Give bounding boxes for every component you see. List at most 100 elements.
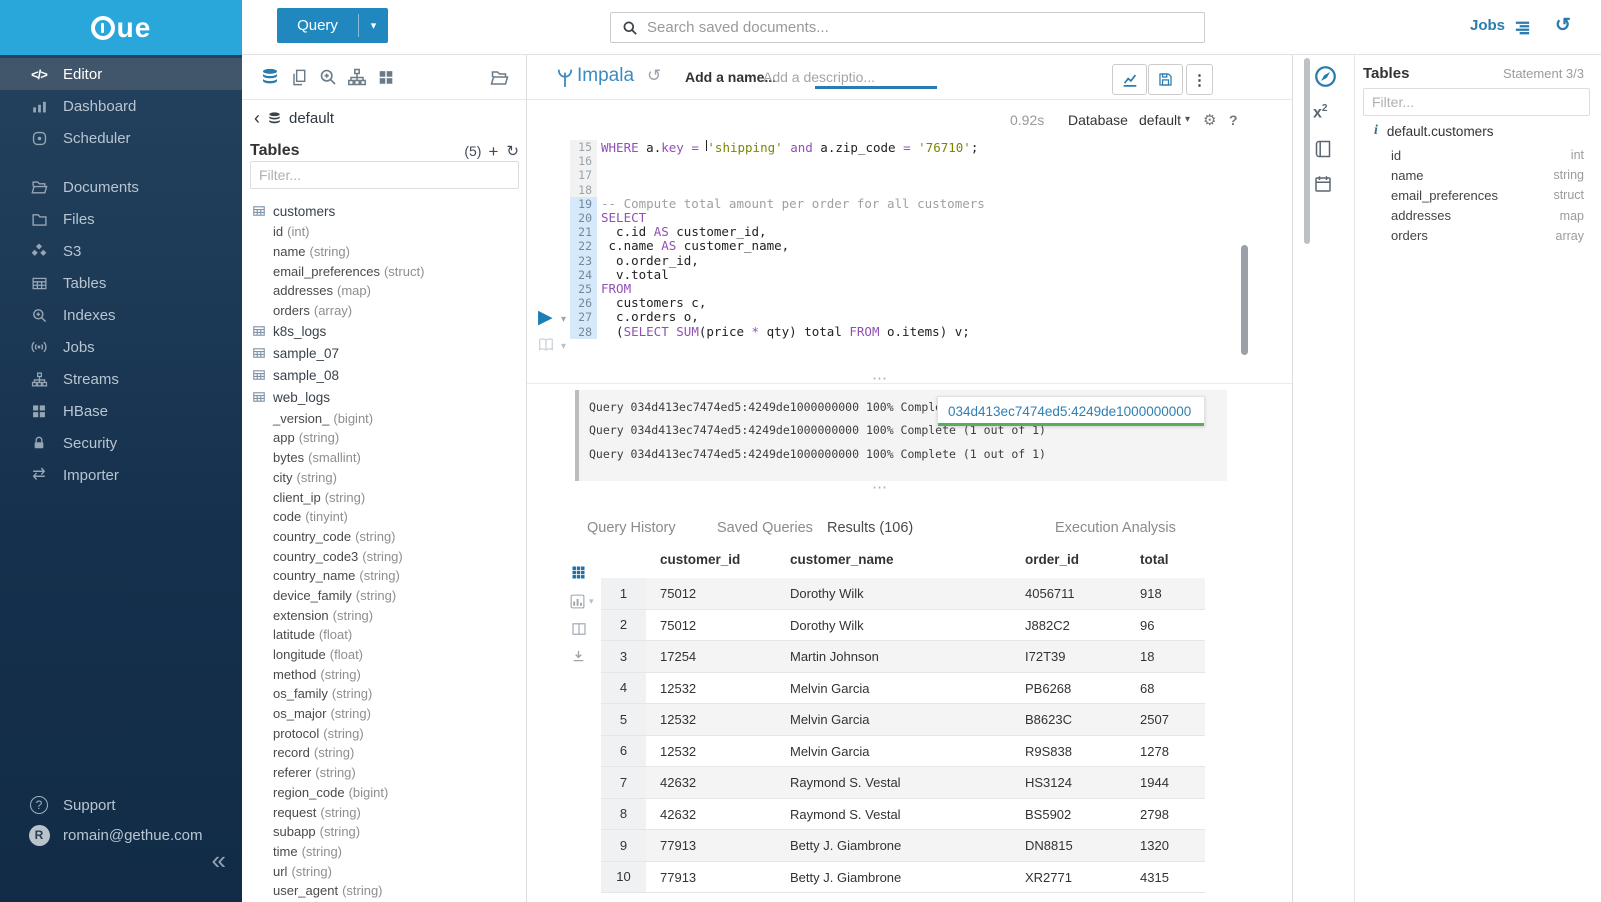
sidebar-item-s3[interactable]: S3: [0, 235, 242, 267]
refresh-icon[interactable]: ↻: [506, 144, 519, 159]
sidebar-item-files[interactable]: Files: [0, 203, 242, 235]
table-row[interactable]: 512532Melvin GarciaB8623C2507: [601, 704, 1205, 736]
run-query-button[interactable]: ▶: [538, 308, 553, 327]
zoom-in-icon[interactable]: [318, 67, 338, 87]
column-entry[interactable]: record(string): [242, 743, 527, 763]
column-entry[interactable]: url(string): [242, 861, 527, 881]
active-table-row[interactable]: i default.customers: [1374, 123, 1493, 139]
grid-view-icon[interactable]: [571, 565, 586, 580]
query-history-icon[interactable]: ↺: [1555, 14, 1571, 37]
query-dropdown-caret-icon[interactable]: ▾: [359, 8, 388, 43]
table-row[interactable]: 742632Raymond S. VestalHS31241944: [601, 767, 1205, 799]
code-line[interactable]: customers c,: [601, 296, 706, 310]
column-entry[interactable]: bytes(smallint): [242, 448, 527, 468]
sidebar-item-documents[interactable]: Documents: [0, 171, 242, 203]
code-line[interactable]: c.orders o,: [601, 310, 699, 324]
right-column-entry[interactable]: addressesmap: [1391, 206, 1584, 226]
current-database[interactable]: default: [289, 110, 334, 127]
column-entry[interactable]: referer(string): [242, 763, 527, 783]
column-entry[interactable]: time(string): [242, 842, 527, 862]
run-options-caret-icon[interactable]: ▾: [561, 314, 566, 325]
table-row[interactable]: 977913Betty J. GiambroneDN88151320: [601, 830, 1205, 862]
column-entry[interactable]: addresses(map): [242, 281, 527, 301]
search-input[interactable]: Search saved documents...: [610, 12, 1205, 43]
table-entry-customers[interactable]: customers: [242, 200, 527, 222]
column-entry[interactable]: orders(array): [242, 301, 527, 321]
table-row[interactable]: 1077913Betty J. GiambroneXR27714315: [601, 862, 1205, 894]
column-entry[interactable]: code(tinyint): [242, 507, 527, 527]
column-entry[interactable]: id(int): [242, 222, 527, 242]
query-id-tooltip[interactable]: 034d413ec7474ed5:4249de1000000000: [937, 396, 1205, 426]
chart-view-icon[interactable]: ▾: [569, 593, 594, 610]
column-entry[interactable]: device_family(string): [242, 586, 527, 606]
column-entry[interactable]: os_major(string): [242, 704, 527, 724]
code-line[interactable]: v.total: [601, 268, 669, 282]
table-row[interactable]: 612532Melvin GarciaR9S8381278: [601, 736, 1205, 768]
column-entry[interactable]: country_code3(string): [242, 546, 527, 566]
column-entry[interactable]: os_family(string): [242, 684, 527, 704]
result-column-header[interactable]: customer_name: [790, 552, 894, 567]
resize-handle-top-icon[interactable]: ⋯: [872, 369, 888, 387]
columns-view-icon[interactable]: [571, 621, 587, 637]
column-entry[interactable]: app(string): [242, 428, 527, 448]
column-entry[interactable]: subapp(string): [242, 822, 527, 842]
column-entry[interactable]: latitude(float): [242, 625, 527, 645]
jobs-link[interactable]: Jobs: [1470, 17, 1505, 34]
tab-query-history[interactable]: Query History: [587, 520, 676, 536]
back-chevron-icon[interactable]: ‹: [254, 109, 260, 127]
open-folder-icon[interactable]: [489, 67, 509, 87]
column-entry[interactable]: extension(string): [242, 605, 527, 625]
result-column-header[interactable]: order_id: [1025, 552, 1079, 567]
column-entry[interactable]: method(string): [242, 664, 527, 684]
format-query-icon[interactable]: [536, 336, 556, 354]
sidebar-item-hbase[interactable]: HBase: [0, 395, 242, 427]
settings-gear-icon[interactable]: ⚙: [1203, 111, 1216, 129]
column-entry[interactable]: region_code(bigint): [242, 783, 527, 803]
jobs-list-icon[interactable]: [1513, 18, 1532, 37]
save-button[interactable]: [1148, 64, 1183, 95]
result-column-header[interactable]: customer_id: [660, 552, 740, 567]
tab-saved-queries[interactable]: Saved Queries: [717, 520, 813, 536]
column-entry[interactable]: city(string): [242, 468, 527, 488]
sidebar-item-security[interactable]: Security: [0, 427, 242, 459]
column-entry[interactable]: country_name(string): [242, 566, 527, 586]
right-column-entry[interactable]: idint: [1391, 145, 1584, 165]
chart-type-caret-icon[interactable]: ▾: [589, 596, 594, 607]
tab-execution-analysis[interactable]: Execution Analysis: [1055, 520, 1176, 536]
language-reference-icon[interactable]: [1313, 139, 1333, 159]
editor-scrollbar[interactable]: [1241, 245, 1248, 355]
sidebar-item-importer[interactable]: ⇄Importer: [0, 459, 242, 491]
more-actions-button[interactable]: ⋮: [1186, 64, 1213, 95]
sidebar-item-scheduler[interactable]: Scheduler: [0, 122, 242, 154]
table-entry-web_logs[interactable]: web_logs: [242, 386, 527, 408]
column-entry[interactable]: email_preferences(struct): [242, 261, 527, 281]
right-column-entry[interactable]: namestring: [1391, 165, 1584, 185]
collapse-sidebar-icon[interactable]: «: [212, 845, 226, 876]
query-button-label[interactable]: Query: [277, 8, 358, 43]
query-id-link[interactable]: 034d413ec7474ed5:4249de1000000000: [948, 404, 1191, 419]
table-row[interactable]: 842632Raymond S. VestalBS59022798: [601, 799, 1205, 831]
table-row[interactable]: 317254Martin JohnsonI72T3918: [601, 641, 1205, 673]
column-entry[interactable]: name(string): [242, 242, 527, 262]
column-entry[interactable]: _version_(bigint): [242, 408, 527, 428]
code-line[interactable]: c.name AS customer_name,: [601, 239, 789, 253]
sidebar-item-tables[interactable]: Tables: [0, 267, 242, 299]
column-entry[interactable]: country_code(string): [242, 527, 527, 547]
column-entry[interactable]: protocol(string): [242, 723, 527, 743]
table-entry-sample_07[interactable]: sample_07: [242, 342, 527, 364]
column-entry[interactable]: longitude(float): [242, 645, 527, 665]
editor-history-icon[interactable]: ↺: [647, 66, 661, 86]
sidebar-item-editor[interactable]: </>Editor: [0, 58, 242, 90]
sql-editor[interactable]: 15WHERE a.key = 'shipping' and a.zip_cod…: [527, 140, 1292, 380]
code-line[interactable]: SELECT: [601, 211, 646, 225]
sidebar-item-streams[interactable]: Streams: [0, 363, 242, 395]
sidebar-item-indexes[interactable]: Indexes: [0, 299, 242, 331]
help-icon[interactable]: ?: [1229, 112, 1238, 128]
right-filter-input[interactable]: [1363, 88, 1590, 116]
databases-icon[interactable]: [260, 67, 280, 87]
apps-grid-icon[interactable]: [376, 67, 396, 87]
database-selector[interactable]: default: [1139, 112, 1181, 128]
database-caret-icon[interactable]: ▾: [1185, 114, 1190, 125]
right-column-entry[interactable]: ordersarray: [1391, 226, 1584, 246]
code-line[interactable]: o.order_id,: [601, 254, 699, 268]
